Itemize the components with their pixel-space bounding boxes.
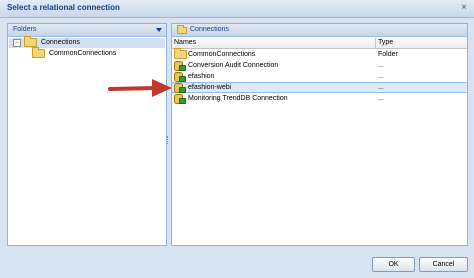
connection-name: Monitoring TrendDB Connection xyxy=(188,95,288,102)
panel-splitter[interactable] xyxy=(167,136,170,144)
connection-name: efashion xyxy=(188,73,215,80)
tree-node-commonconnections[interactable]: CommonConnections xyxy=(32,47,117,59)
connections-panel-header: Connections xyxy=(172,24,467,37)
close-icon[interactable]: × xyxy=(458,2,470,14)
folder-icon xyxy=(24,36,37,47)
collapse-toggle-icon[interactable]: − xyxy=(13,38,21,47)
connection-icon xyxy=(174,93,186,104)
collapse-chevron-icon[interactable] xyxy=(156,28,162,32)
connection-type: ... xyxy=(378,95,384,102)
connections-panel: Connections Names Type CommonConnections… xyxy=(171,23,468,246)
folders-panel: Folders − Connections CommonConnections xyxy=(7,23,167,246)
column-header-type[interactable]: Type xyxy=(376,38,467,48)
connection-icon xyxy=(174,71,186,82)
connection-type: ... xyxy=(378,84,384,91)
connection-row-selected[interactable]: efashion-webi ... xyxy=(172,82,467,93)
connections-panel-title: Connections xyxy=(190,26,229,33)
folders-panel-title: Folders xyxy=(13,26,37,33)
annotation-arrow-icon xyxy=(108,79,172,97)
connection-icon xyxy=(174,60,186,71)
connection-row[interactable]: efashion ... xyxy=(172,71,467,82)
cancel-button[interactable]: Cancel xyxy=(419,257,468,272)
connection-name: Conversion Audit Connection xyxy=(188,62,279,69)
connection-type: ... xyxy=(378,73,384,80)
folder-icon xyxy=(177,25,187,34)
connection-icon xyxy=(174,83,186,93)
ok-button[interactable]: OK xyxy=(372,257,415,272)
connections-grid-header: Names Type xyxy=(172,38,467,49)
folder-icon xyxy=(174,47,187,59)
folder-icon xyxy=(32,47,45,58)
column-header-names[interactable]: Names xyxy=(172,38,376,48)
folders-panel-header: Folders xyxy=(8,24,166,37)
connection-type: ... xyxy=(378,62,384,69)
connection-name: CommonConnections xyxy=(188,51,256,58)
select-connection-dialog: Select a relational connection × Folders… xyxy=(0,0,474,278)
connection-name: efashion-webi xyxy=(188,84,232,91)
connection-row[interactable]: Monitoring TrendDB Connection ... xyxy=(172,93,467,104)
connection-type: Folder xyxy=(378,51,398,58)
dialog-title: Select a relational connection xyxy=(7,3,120,12)
connection-row[interactable]: Conversion Audit Connection ... xyxy=(172,60,467,71)
dialog-titlebar[interactable]: Select a relational connection × xyxy=(0,0,474,18)
tree-node-label: Connections xyxy=(40,39,80,47)
tree-node-label: CommonConnections xyxy=(48,50,117,58)
connection-row[interactable]: CommonConnections Folder xyxy=(172,47,467,60)
